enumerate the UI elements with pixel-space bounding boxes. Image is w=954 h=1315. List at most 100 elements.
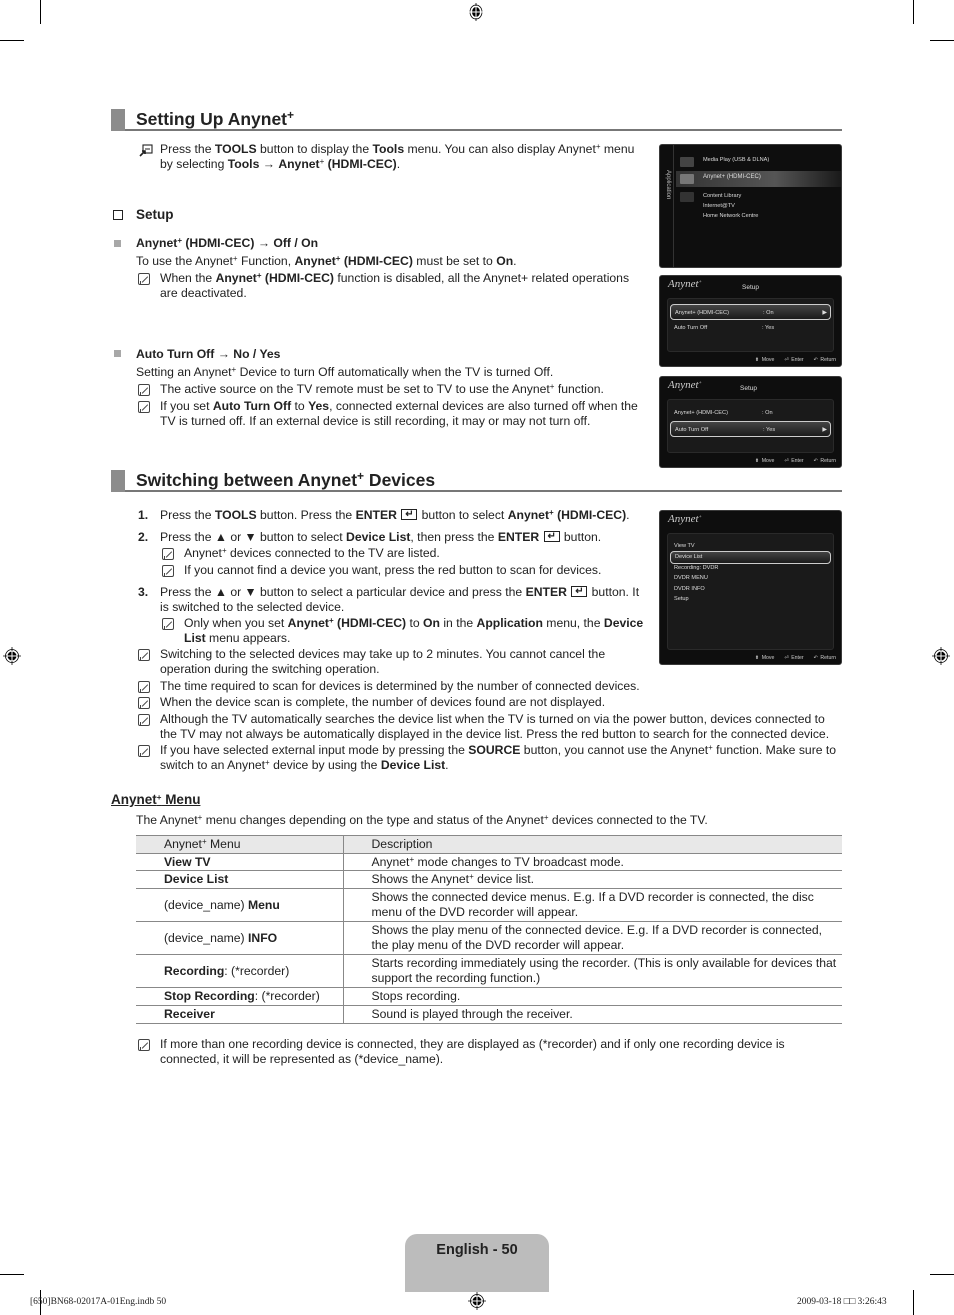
return-icon: ↶ [813, 655, 818, 661]
table-cell-description: Sound is played through the receiver. [342, 1005, 842, 1024]
note-text: Although the TV automatically searches t… [160, 712, 830, 741]
registration-mark-icon [468, 1292, 486, 1310]
table-cell-menu: (device_name) Menu [136, 888, 343, 922]
menu-item-content-library[interactable]: Content Library [703, 193, 741, 200]
table-header-row: Anynet+ Menu Description [136, 835, 842, 854]
anynet-menu-subheading: Anynet+ Menu [111, 792, 201, 807]
note-text: When the Anynet+ (HDMI-CEC) function is … [160, 271, 630, 300]
square-bullet-icon [114, 240, 121, 247]
registration-mark-icon [468, 3, 484, 21]
note-text: The active source on the TV remote must … [160, 382, 604, 396]
table-row: Device List Shows the Anynet+ device lis… [136, 870, 842, 889]
print-timestamp: 2009-03-18 □□ 3:26:43 [797, 1297, 887, 1307]
setup-row-anynet[interactable]: Anynet+ (HDMI-CEC): On [670, 405, 831, 421]
section-heading-switching: Switching between Anynet+ Devices [111, 470, 842, 492]
note-text: Anynet+ devices connected to the TV are … [184, 546, 440, 560]
crop-mark [930, 1274, 954, 1275]
square-bullet-icon [114, 350, 121, 357]
table-row: (device_name) Menu Shows the connected d… [136, 888, 842, 922]
table-cell-description: Shows the Anynet+ device list. [342, 870, 842, 889]
enter-icon: ⏎ [784, 655, 789, 661]
anynet-hdmi-cec-desc: To use the Anynet+ Function, Anynet+ (HD… [136, 254, 517, 268]
move-icon: ⬍ [754, 458, 760, 464]
anynet-menu-table: Anynet+ Menu Description View TV Anynet+… [136, 835, 842, 1024]
device-menu-item-dvdr-menu[interactable]: DVDR MENU [670, 573, 831, 583]
tv-footer: ⬍ Move ⏎ Enter ↶ Return [754, 655, 836, 661]
note-icon [138, 273, 150, 285]
crop-mark [930, 40, 954, 41]
table-row: View TV Anynet+ mode changes to TV broad… [136, 853, 842, 871]
menu-item-anynet[interactable]: Anynet+ (HDMI-CEC) [703, 174, 761, 181]
anynet-hdmi-cec-option: Anynet+ (HDMI-CEC) → Off / On [136, 236, 319, 250]
return-icon: ↶ [813, 458, 818, 464]
enter-icon [571, 584, 588, 599]
device-menu-item-recording[interactable]: Recording: DVDR [670, 563, 831, 573]
setup-heading: Setup [740, 385, 757, 392]
note-icon [162, 618, 174, 630]
note-text: Switching to the selected devices may ta… [160, 647, 606, 676]
setup-subheading: Setup [136, 207, 174, 222]
note-icon [162, 548, 174, 560]
tv-screen-setup-auto-turn-off-selected: Anynet+ Setup Anynet+ (HDMI-CEC): On Aut… [659, 376, 842, 468]
note-text: When the device scan is complete, the nu… [160, 695, 606, 709]
tv-footer: ⬍ Move ⏎ Enter ↶ Return [754, 357, 836, 363]
note-icon [138, 401, 150, 413]
anynet-logo: Anynet+ [668, 278, 702, 290]
return-icon: ↶ [813, 357, 818, 363]
note-text: If you set Auto Turn Off to Yes, connect… [160, 399, 638, 428]
heading-bar [111, 109, 125, 131]
table-cell-menu: Stop Recording: (*recorder) [136, 987, 343, 1006]
table-cell-menu: Receiver [136, 1005, 343, 1024]
setup-heading: Setup [742, 284, 759, 291]
note-icon [138, 714, 150, 726]
note-text: If you have selected external input mode… [160, 743, 837, 772]
anynet-icon [680, 174, 694, 184]
heading-bar [111, 470, 125, 492]
tools-note: Press the TOOLS button to display the To… [160, 142, 635, 171]
arrow-right-icon: ▶ [822, 310, 827, 316]
note-icon [162, 565, 174, 577]
application-sidebar [660, 145, 674, 267]
menu-item-internet-tv[interactable]: Internet@TV [703, 203, 735, 210]
enter-icon [543, 529, 560, 544]
crop-mark [913, 1290, 914, 1315]
menu-item-media-play[interactable]: Media Play (USB & DLNA) [703, 157, 769, 164]
note-icon [138, 745, 150, 757]
crop-mark [40, 0, 41, 24]
table-cell-description: Shows the play menu of the connected dev… [342, 921, 842, 955]
media-play-icon [680, 157, 694, 167]
arrow-right-icon: ▶ [822, 427, 827, 433]
crop-mark [0, 1274, 24, 1275]
enter-icon: ⏎ [784, 357, 789, 363]
table-cell-menu: (device_name) INFO [136, 921, 343, 955]
enter-icon [401, 507, 418, 522]
section-title: Switching between Anynet+ Devices [136, 469, 436, 490]
step-number: 1. [138, 508, 149, 522]
device-menu-item-dvdr-info[interactable]: DVDR INFO [670, 584, 831, 594]
table-cell-description: Shows the connected device menus. E.g. I… [342, 888, 842, 922]
table-cell-description: Starts recording immediately using the r… [342, 954, 842, 988]
step-number: 3. [138, 585, 149, 599]
table-header-menu: Anynet+ Menu [136, 835, 343, 854]
setup-row-anynet[interactable]: Anynet+ (HDMI-CEC): On ▶ [670, 304, 831, 320]
menu-item-home-network[interactable]: Home Network Centre [703, 213, 758, 220]
table-row: Receiver Sound is played through the rec… [136, 1005, 842, 1024]
note-icon [138, 681, 150, 693]
print-file-info: [650]BN68-02017A-01Eng.indb 50 [30, 1297, 167, 1307]
checkbox-bullet-icon [113, 210, 123, 220]
registration-mark-icon [932, 647, 950, 665]
setup-row-auto-turn-off[interactable]: Auto Turn Off: Yes [670, 320, 831, 336]
table-cell-menu: Recording: (*recorder) [136, 954, 343, 988]
setup-row-auto-turn-off[interactable]: Auto Turn Off: Yes ▶ [670, 421, 831, 437]
table-header-description: Description [342, 835, 842, 854]
table-cell-menu: View TV [136, 853, 343, 871]
section-heading-setting-up: Setting Up Anynet+ [111, 109, 842, 131]
tv-footer: ⬍ Move ⏎ Enter ↶ Return [754, 458, 836, 464]
device-menu-item-setup[interactable]: Setup [670, 594, 831, 604]
table-row: Recording: (*recorder) Starts recording … [136, 954, 842, 988]
content-icon [680, 192, 694, 202]
device-menu-item-view-tv[interactable]: View TV [670, 541, 831, 551]
tv-screen-anynet-device-menu: Anynet+ View TV Device List Recording: D… [659, 510, 842, 665]
step-1-text: Press the TOOLS button. Press the ENTER … [160, 507, 660, 523]
tv-screen-setup-anynet-selected: Anynet+ Setup Anynet+ (HDMI-CEC): On ▶ Au… [659, 275, 842, 367]
